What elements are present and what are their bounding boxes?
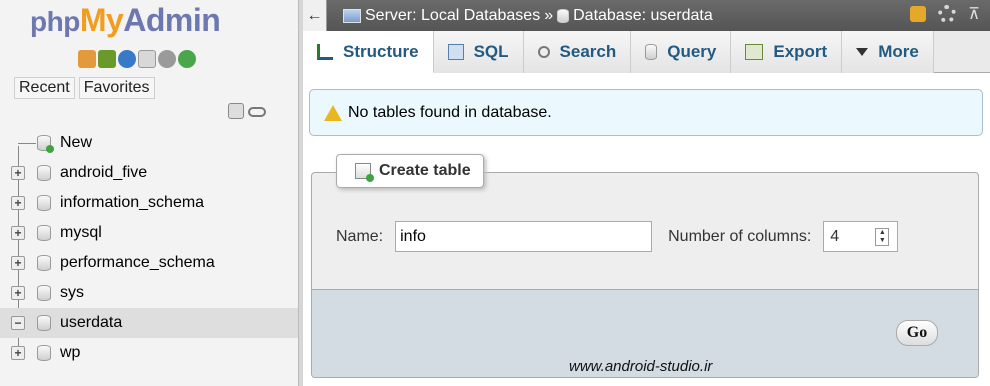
columns-label: Number of columns: bbox=[668, 227, 812, 245]
watermark-text: www.android-studio.ir bbox=[569, 358, 713, 375]
warning-icon bbox=[324, 104, 342, 121]
database-icon bbox=[37, 255, 51, 271]
breadcrumb: Server: Local Databases » Database: user… bbox=[343, 7, 713, 25]
search-icon bbox=[537, 46, 550, 58]
database-icon bbox=[37, 225, 51, 241]
collapse-icon[interactable]: − bbox=[11, 316, 25, 330]
docs-icon[interactable] bbox=[138, 50, 156, 68]
breadcrumb-bar: ← Server: Local Databases » Database: us… bbox=[303, 0, 990, 31]
columns-stepper[interactable]: 4 ▲ ▼ bbox=[823, 221, 899, 252]
tab-more[interactable]: More bbox=[842, 31, 934, 73]
database-icon bbox=[37, 285, 51, 301]
nav-icon-row bbox=[78, 50, 196, 68]
tab-search[interactable]: Search bbox=[523, 31, 632, 73]
expand-icon[interactable]: + bbox=[11, 256, 25, 270]
export-icon bbox=[745, 44, 764, 60]
create-table-icon bbox=[355, 163, 374, 182]
breadcrumb-database[interactable]: Database: userdata bbox=[573, 7, 713, 25]
recent-favorites-bar: Recent Favorites bbox=[14, 77, 155, 99]
breadcrumb-separator: » bbox=[544, 6, 554, 24]
breadcrumb-server[interactable]: Server: Local Databases bbox=[365, 7, 540, 25]
tree-controls bbox=[228, 103, 266, 119]
columns-value: 4 bbox=[830, 227, 840, 245]
tab-sql[interactable]: SQL bbox=[433, 31, 524, 73]
go-button[interactable]: Go bbox=[896, 320, 938, 346]
spinner-arrows-icon[interactable]: ▲ ▼ bbox=[875, 227, 890, 246]
topbar-actions: ⊼ bbox=[910, 4, 980, 24]
table-name-input[interactable] bbox=[395, 221, 653, 252]
expand-icon[interactable]: + bbox=[11, 196, 25, 210]
notice-text: No tables found in database. bbox=[348, 103, 552, 121]
settings-icon[interactable] bbox=[158, 50, 176, 68]
expand-icon[interactable]: + bbox=[11, 286, 25, 300]
expand-icon[interactable]: + bbox=[11, 346, 25, 360]
new-database-icon bbox=[37, 135, 54, 153]
tab-export[interactable]: Export bbox=[731, 31, 843, 73]
tree-item-performance-schema[interactable]: + performance_schema bbox=[0, 248, 298, 278]
expand-icon[interactable]: + bbox=[11, 166, 25, 180]
query-icon bbox=[645, 44, 658, 60]
phpmyadmin-logo[interactable]: phpMyAdmin bbox=[30, 2, 221, 39]
expand-icon[interactable]: + bbox=[11, 226, 25, 240]
tree-item-wp[interactable]: + wp bbox=[0, 338, 298, 368]
tab-structure[interactable]: Structure bbox=[303, 31, 434, 73]
tree-item-new[interactable]: New bbox=[0, 128, 298, 158]
database-tree: New + android_five + information_schema … bbox=[0, 128, 298, 368]
exit-icon[interactable] bbox=[98, 50, 116, 68]
database-icon bbox=[37, 195, 51, 211]
notice-message: No tables found in database. bbox=[309, 89, 983, 136]
name-label: Name: bbox=[336, 227, 384, 245]
sql-icon bbox=[447, 44, 464, 60]
database-icon bbox=[557, 8, 570, 23]
collapse-icon[interactable]: ⊼ bbox=[968, 4, 980, 24]
create-table-row: Name: Number of columns: 4 ▲▼ bbox=[336, 221, 899, 252]
recent-button[interactable]: Recent bbox=[14, 77, 75, 99]
gear-icon[interactable] bbox=[938, 5, 957, 23]
help-icon[interactable] bbox=[118, 50, 136, 68]
collapse-all-icon[interactable] bbox=[228, 103, 244, 119]
tab-query[interactable]: Query bbox=[631, 31, 732, 73]
database-icon bbox=[37, 345, 51, 361]
favorites-button[interactable]: Favorites bbox=[78, 77, 155, 99]
tree-item-userdata[interactable]: − userdata bbox=[0, 308, 298, 338]
tab-bar: Structure SQL Search Query Export More bbox=[303, 31, 990, 73]
link-icon[interactable] bbox=[248, 107, 266, 117]
back-arrow-icon[interactable]: ← bbox=[303, 0, 327, 31]
tree-item-sys[interactable]: + sys bbox=[0, 278, 298, 308]
tree-item-information-schema[interactable]: + information_schema bbox=[0, 188, 298, 218]
create-table-legend: Create table bbox=[336, 154, 484, 188]
tree-item-android-five[interactable]: + android_five bbox=[0, 158, 298, 188]
navigation-panel: phpMyAdmin Recent Favorites New + androi… bbox=[0, 0, 298, 386]
chevron-down-icon bbox=[856, 48, 869, 56]
structure-icon bbox=[317, 43, 333, 60]
home-icon[interactable] bbox=[78, 50, 96, 68]
database-icon bbox=[37, 315, 51, 331]
database-icon bbox=[37, 165, 51, 181]
create-table-form: Name: Number of columns: 4 ▲▼ Go bbox=[311, 172, 979, 378]
lock-icon[interactable] bbox=[910, 6, 927, 22]
tree-item-mysql[interactable]: + mysql bbox=[0, 218, 298, 248]
reload-icon[interactable] bbox=[178, 50, 196, 68]
server-icon bbox=[343, 8, 361, 23]
